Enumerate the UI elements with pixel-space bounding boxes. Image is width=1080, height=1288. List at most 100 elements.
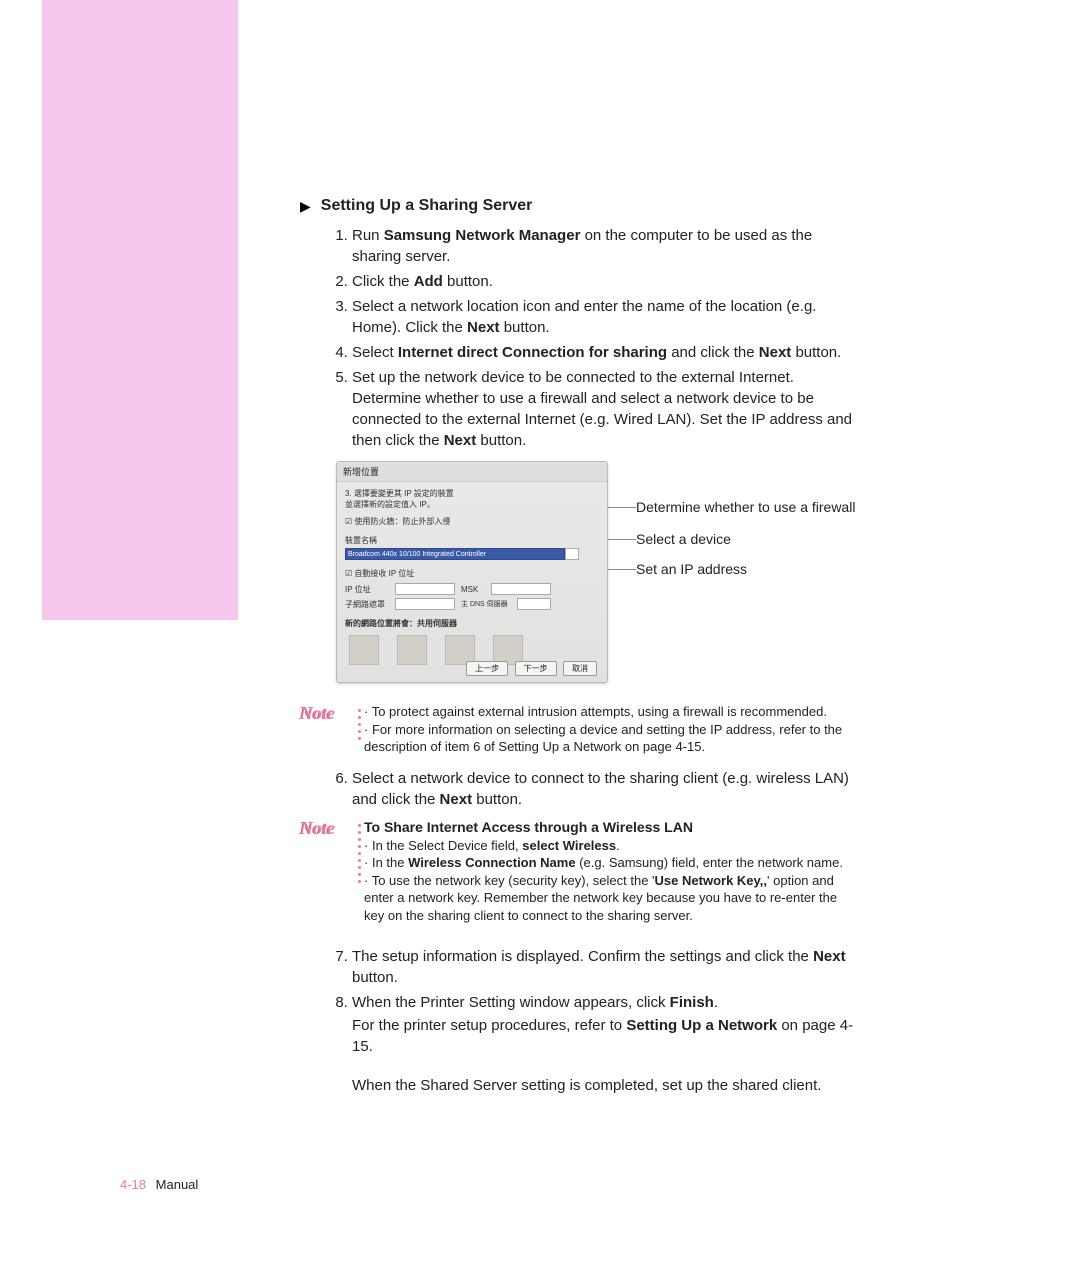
text: Click the [352, 273, 414, 290]
note-line: · In the Wireless Connection Name (e.g. … [364, 854, 860, 872]
text: button. [352, 969, 398, 986]
btn-next: 下一步 [515, 661, 557, 676]
main-content: ▶ Setting Up a Sharing Server Run Samsun… [300, 197, 860, 1100]
text: For the printer setup procedures, refer … [352, 1017, 626, 1034]
text-bold: Next [440, 791, 473, 808]
text: To use the network key (security key), s… [372, 873, 655, 888]
text-bold: Next [759, 344, 792, 361]
note-line: · To use the network key (security key),… [364, 872, 860, 925]
text-bold: Internet direct Connection for sharing [398, 344, 667, 361]
note-line: · In the Select Device field, select Wir… [364, 837, 860, 855]
text: Select [352, 344, 398, 361]
text: Run [352, 227, 384, 244]
text-bold: Samsung Network Manager [384, 227, 581, 244]
checkbox-label: 使用防火牆：防止外部入侵 [354, 517, 450, 526]
step-2: Click the Add button. [352, 271, 860, 292]
dialog-title: 新增位置 [337, 462, 607, 482]
lead-line [608, 507, 636, 508]
note-block-2: Note To Share Internet Access through a … [300, 818, 860, 925]
callout-device: Select a device [636, 531, 731, 547]
note-title: To Share Internet Access through a Wirel… [364, 818, 860, 837]
step-3: Select a network location icon and enter… [352, 296, 860, 338]
triangle-icon: ▶ [300, 198, 311, 215]
text-bold: select Wireless [522, 838, 616, 853]
step-1: Run Samsung Network Manager on the compu… [352, 225, 860, 267]
dialog-figure: 新增位置 3. 選擇要變更其 IP 設定的裝置 並選擇新的設定值入 IP。 ☑ … [336, 461, 860, 689]
dns-field [517, 598, 551, 610]
checkbox-label: 自動接收 IP 位址 [354, 569, 414, 578]
text: To protect against external intrusion at… [372, 704, 827, 719]
callout-firewall: Determine whether to use a firewall [636, 499, 855, 515]
step-4: Select Internet direct Connection for sh… [352, 342, 860, 363]
firewall-checkbox: ☑ 使用防火牆：防止外部入侵 [345, 516, 599, 527]
step-8: When the Printer Setting window appears,… [352, 992, 860, 1096]
steps-list: Run Samsung Network Manager on the compu… [300, 225, 860, 451]
text-bold: Wireless Connection Name [408, 855, 575, 870]
lead-line [608, 539, 636, 540]
note-block-1: Note · To protect against external intru… [300, 703, 860, 756]
manual-page: ▶ Setting Up a Sharing Server Run Samsun… [0, 0, 1080, 1288]
text: The setup information is displayed. Conf… [352, 948, 813, 965]
text: . [616, 838, 620, 853]
mask-field [491, 583, 551, 595]
text-bold: Finish [670, 994, 714, 1011]
step-6: Select a network device to connect to th… [352, 768, 860, 810]
text: and click the [667, 344, 759, 361]
text: . [714, 994, 718, 1011]
text-bold: Use Network Key,, [655, 873, 767, 888]
page-footer: 4-18 Manual [120, 1177, 198, 1192]
dialog-line: 並選擇新的設定值入 IP。 [345, 499, 599, 510]
dots-icon [354, 703, 364, 756]
autoip-checkbox: ☑ 自動接收 IP 位址 [345, 568, 599, 579]
text: button. [472, 791, 522, 808]
text: button. [476, 432, 526, 449]
text-bold: Add [414, 273, 443, 290]
step-7: The setup information is displayed. Conf… [352, 946, 860, 988]
thumb-header: 新的網路位置將會：共用伺服器 [345, 618, 599, 629]
device-label: 裝置名稱 [345, 535, 599, 546]
text-bold: Next [467, 319, 500, 336]
ip-field [395, 583, 455, 595]
dots-icon [354, 818, 364, 925]
step-5: Set up the network device to be connecte… [352, 367, 860, 451]
dialog-line: 3. 選擇要變更其 IP 設定的裝置 [345, 488, 599, 499]
text: For more information on selecting a devi… [364, 722, 842, 755]
text: When the Printer Setting window appears,… [352, 994, 670, 1011]
text: (e.g. Samsung) field, enter the network … [576, 855, 843, 870]
callout-ip: Set an IP address [636, 561, 747, 577]
ip-label: IP 位址 [345, 584, 389, 595]
text: Set up the network device to be connecte… [352, 369, 852, 449]
text-bold: Setting Up a Network [626, 1017, 777, 1034]
dropdown-icon [565, 548, 579, 560]
text: Select a network device to connect to th… [352, 770, 849, 808]
sidebar-decoration [42, 0, 238, 620]
lead-line [608, 569, 636, 570]
dns-label: 主 DNS 伺服器 [461, 599, 511, 609]
subnet-field [395, 598, 455, 610]
note-body: To Share Internet Access through a Wirel… [364, 818, 860, 925]
note-line: · For more information on selecting a de… [364, 721, 860, 756]
text: In the [372, 855, 408, 870]
step-8-follow: For the printer setup procedures, refer … [352, 1015, 860, 1057]
text: In the Select Device field, [372, 838, 522, 853]
dialog-body: 3. 選擇要變更其 IP 設定的裝置 並選擇新的設定值入 IP。 ☑ 使用防火牆… [337, 482, 607, 671]
text-bold: Next [813, 948, 846, 965]
page-number: 4-18 [120, 1177, 146, 1192]
steps-list-cont: Select a network device to connect to th… [300, 768, 860, 810]
btn-cancel: 取消 [563, 661, 597, 676]
text: button. [443, 273, 493, 290]
steps-list-cont2: The setup information is displayed. Conf… [300, 946, 860, 1096]
device-select: Broadcom 440x 10/100 Integrated Controll… [345, 548, 565, 560]
mask-label: MSK [461, 585, 485, 594]
dialog-buttons: 上一步 下一步 取消 [464, 658, 597, 676]
note-label: Note [300, 818, 354, 925]
note-line: · To protect against external intrusion … [364, 703, 860, 721]
section-heading-row: ▶ Setting Up a Sharing Server [300, 197, 860, 215]
footer-label: Manual [156, 1177, 199, 1192]
note-label: Note [300, 703, 354, 756]
final-line: When the Shared Server setting is comple… [352, 1075, 860, 1096]
note-body: · To protect against external intrusion … [364, 703, 860, 756]
section-heading: Setting Up a Sharing Server [321, 197, 533, 215]
text-bold: Next [444, 432, 477, 449]
subnet-label: 子網路遮罩 [345, 599, 389, 610]
